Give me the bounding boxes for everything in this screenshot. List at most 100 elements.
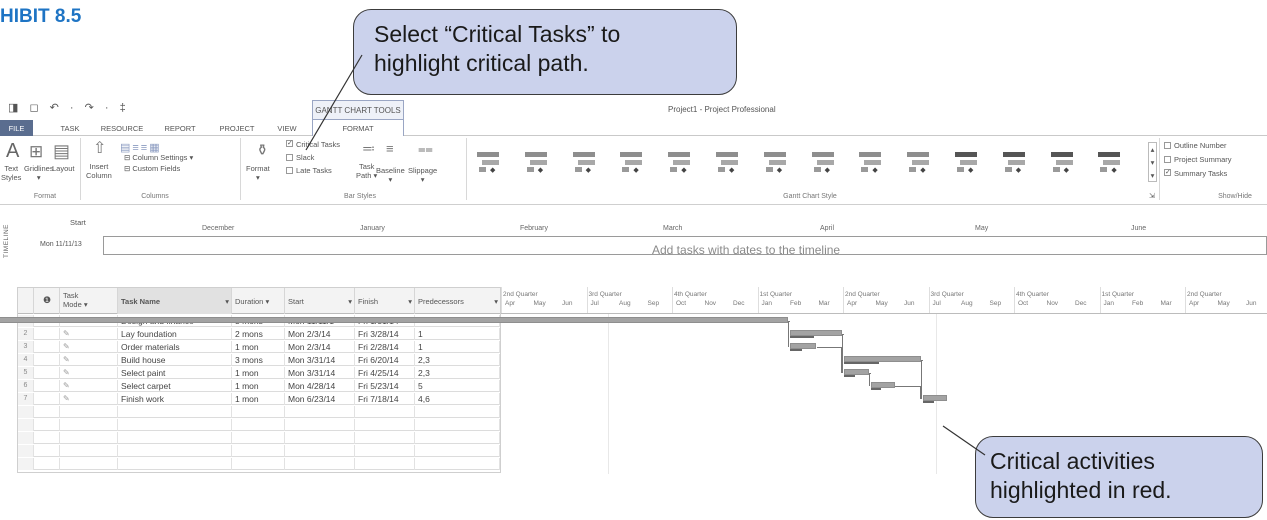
insert-column-button[interactable]: Insert Column [86, 162, 112, 180]
tab-task[interactable]: TASK [55, 120, 85, 136]
gantt-style-option[interactable]: ◆ [811, 152, 834, 174]
predecessors-cell: 1 [415, 328, 500, 340]
row-number[interactable]: 5 [18, 367, 34, 379]
gantt-style-option[interactable]: ◆ [716, 152, 738, 174]
gantt-style-option[interactable]: ◆ [907, 152, 930, 174]
baseline-button[interactable]: Baseline ▾ [376, 166, 405, 184]
task-path-icon: ≕ [362, 141, 375, 156]
gantt-style-option[interactable]: ◆ [1002, 152, 1025, 174]
task-name-header[interactable]: Task Name ▾ [118, 288, 232, 314]
info-cell [34, 445, 60, 457]
gantt-style-option[interactable]: ◆ [1098, 152, 1121, 174]
row-number[interactable] [18, 432, 34, 444]
dependency-link [842, 334, 844, 373]
info-cell [34, 380, 60, 392]
slippage-button[interactable]: Slippage ▾ [408, 166, 437, 184]
dropdown-icon[interactable]: ▾ [494, 297, 498, 306]
dialog-launcher-icon[interactable]: ⇲ [1149, 192, 1155, 201]
table-row[interactable] [18, 432, 500, 444]
tab-project[interactable]: PROJECT [215, 120, 259, 136]
row-number[interactable]: 7 [18, 393, 34, 405]
gantt-task-bar[interactable] [0, 317, 788, 323]
task-path-button[interactable]: Task Path ▾ [356, 162, 377, 180]
tab-file[interactable]: FILE [0, 120, 33, 136]
tab-report[interactable]: REPORT [160, 120, 200, 136]
gantt-style-option[interactable]: ◆ [955, 152, 977, 174]
row-number[interactable]: 6 [18, 380, 34, 392]
month-label: Apr [847, 300, 858, 307]
timeline-month: February [520, 225, 549, 232]
gantt-style-option[interactable]: ◆ [477, 152, 499, 174]
task-mode-icon [60, 432, 118, 444]
gridlines-button[interactable]: Gridlines ▾ [24, 164, 54, 182]
duration-header[interactable]: Duration ▾ [232, 288, 285, 314]
button-label: Text [4, 164, 19, 173]
row-number[interactable] [18, 458, 34, 470]
task-mode-header[interactable]: Task Mode ▾ [60, 288, 118, 314]
column-settings-button[interactable]: ⊟ Column Settings ▾ [124, 153, 193, 162]
quick-access-toolbar[interactable]: ◨ ◻ ↶ · ↷ · ‡ [8, 101, 130, 114]
dropdown-icon[interactable]: ▾ [408, 297, 412, 306]
late-tasks-checkbox[interactable]: Late Tasks [286, 166, 332, 175]
gantt-style-option[interactable]: ◆ [859, 152, 882, 174]
format-button[interactable]: Format ▾ [246, 164, 270, 182]
finish-header[interactable]: Finish ▾ [355, 288, 415, 314]
table-row[interactable] [18, 445, 500, 457]
gantt-style-option[interactable]: ◆ [524, 152, 547, 174]
task-mode-icon: ✎ [60, 341, 118, 353]
critical-tasks-checkbox[interactable]: Critical Tasks [286, 140, 340, 149]
summary-tasks-checkbox[interactable]: Summary Tasks [1164, 169, 1227, 178]
sort-dropdown-icon[interactable]: ▾ [225, 297, 229, 306]
callout-line: Select “Critical Tasks” to [374, 21, 621, 47]
tab-resource[interactable]: RESOURCE [98, 120, 146, 136]
button-label: Path [356, 171, 372, 180]
tab-format[interactable]: FORMAT [312, 119, 404, 136]
info-column-icon[interactable]: ❶ [34, 288, 60, 314]
gantt-progress-line [844, 375, 856, 377]
gantt-style-option[interactable]: ◆ [668, 152, 691, 174]
row-number[interactable] [18, 445, 34, 457]
button-label: Baseline [376, 166, 405, 175]
table-row[interactable]: 5 ✎ Select paint 1 mon Mon 3/31/14 Fri 4/25/1… [18, 367, 500, 379]
table-row[interactable]: 3 ✎ Order materials 1 mon Mon 2/3/14 Fri 2/28… [18, 341, 500, 353]
finish-cell: Fri 3/28/14 [355, 328, 415, 340]
predecessors-header[interactable]: Predecessors ▾ [415, 288, 500, 314]
table-row[interactable]: 6 ✎ Select carpet 1 mon Mon 4/28/14 Fri 5/23/… [18, 380, 500, 392]
table-row[interactable]: 7 ✎ Finish work 1 mon Mon 6/23/14 Fri 7/18/14… [18, 393, 500, 405]
row-number[interactable]: 4 [18, 354, 34, 366]
duration-cell: 1 mon [232, 393, 285, 405]
table-row[interactable] [18, 406, 500, 418]
outline-number-checkbox[interactable]: Outline Number [1164, 141, 1227, 150]
timeline-month: December [202, 225, 235, 232]
row-number[interactable]: 2 [18, 328, 34, 340]
row-selector-header[interactable] [18, 288, 34, 314]
dropdown-icon[interactable]: ▾ [348, 297, 352, 306]
row-number[interactable] [18, 406, 34, 418]
gantt-style-option[interactable]: ◆ [763, 152, 786, 174]
quarter-divider [1099, 287, 1101, 313]
start-header[interactable]: Start ▾ [285, 288, 355, 314]
group-separator [240, 138, 241, 200]
gantt-style-option[interactable]: ◆ [1050, 152, 1073, 174]
gantt-style-option[interactable]: ◆ [572, 152, 595, 174]
row-number[interactable]: 3 [18, 341, 34, 353]
task-mode-icon: ✎ [60, 328, 118, 340]
text-styles-button[interactable]: Text Styles [1, 164, 21, 182]
finish-cell [355, 445, 415, 457]
table-row[interactable]: 4 ✎ Build house 3 mons Mon 3/31/14 Fri 6/20/1… [18, 354, 500, 366]
table-row[interactable] [18, 419, 500, 431]
tab-view[interactable]: VIEW [272, 120, 302, 136]
slack-checkbox[interactable]: Slack [286, 153, 314, 162]
layout-button[interactable]: Layout [52, 164, 75, 173]
duration-cell [232, 406, 285, 418]
gantt-style-option[interactable]: ◆ [620, 152, 643, 174]
checkbox-label: Critical Tasks [296, 140, 341, 149]
dependency-link [842, 334, 845, 335]
project-summary-checkbox[interactable]: Project Summary [1164, 155, 1232, 164]
table-row[interactable] [18, 458, 500, 470]
gantt-progress-line [844, 362, 879, 364]
custom-fields-button[interactable]: ⊟ Custom Fields [124, 164, 180, 173]
table-row[interactable]: 2 ✎ Lay foundation 2 mons Mon 2/3/14 Fri 3/28… [18, 328, 500, 340]
row-number[interactable] [18, 419, 34, 431]
gallery-scroll[interactable]: ▴ ▾ ▾ [1148, 142, 1157, 182]
